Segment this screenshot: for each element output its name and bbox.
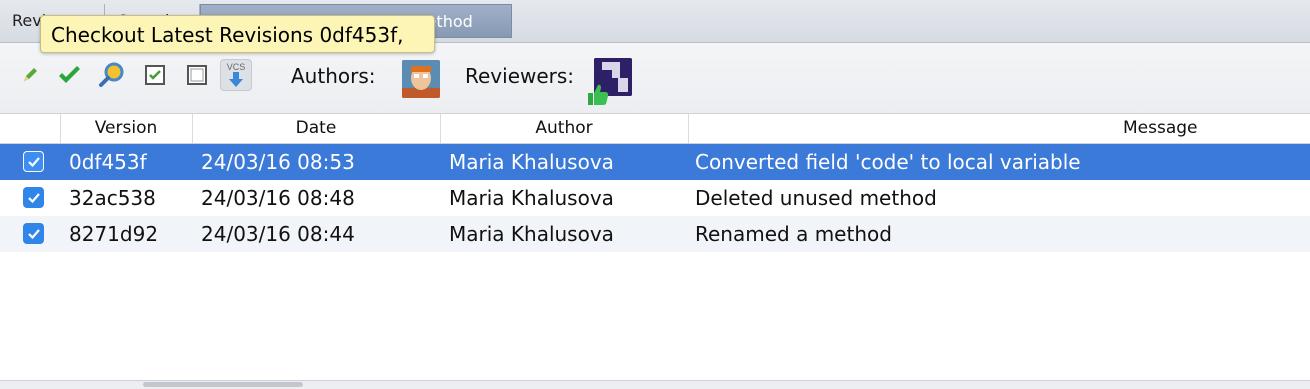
author-cell: Maria Khalusova bbox=[449, 150, 614, 174]
column-header-author[interactable]: Author bbox=[440, 114, 689, 143]
pencil-icon[interactable] bbox=[14, 59, 46, 91]
tooltip: Checkout Latest Revisions 0df453f, bbox=[40, 15, 435, 53]
author-avatar[interactable] bbox=[402, 60, 440, 98]
vcs-checkout-icon: VCS bbox=[227, 62, 246, 87]
date-cell: 24/03/16 08:48 bbox=[201, 186, 355, 210]
column-header-message[interactable]: Message bbox=[688, 114, 1310, 143]
empty-box-icon[interactable] bbox=[181, 59, 213, 91]
table-row[interactable]: 32ac538 24/03/16 08:48 Maria Khalusova D… bbox=[0, 180, 1310, 216]
table-row[interactable]: 0df453f 24/03/16 08:53 Maria Khalusova C… bbox=[0, 144, 1310, 180]
thumbs-up-icon bbox=[584, 81, 610, 107]
author-cell: Maria Khalusova bbox=[449, 186, 614, 210]
revisions-table: Version Date Author Message 0df453f 24/0… bbox=[0, 114, 1310, 252]
reviewers-label: Reviewers: bbox=[465, 64, 575, 88]
version-cell: 0df453f bbox=[69, 150, 147, 174]
table-row[interactable]: 8271d92 24/03/16 08:44 Maria Khalusova R… bbox=[0, 216, 1310, 252]
table-header: Version Date Author Message bbox=[0, 114, 1310, 144]
checkmark-icon[interactable] bbox=[53, 59, 85, 91]
column-header-check[interactable] bbox=[0, 114, 61, 143]
vcs-checkout-button[interactable]: VCS bbox=[220, 59, 252, 91]
checked-box-icon[interactable] bbox=[139, 59, 171, 91]
date-cell: 24/03/16 08:44 bbox=[201, 222, 355, 246]
scrollbar-thumb[interactable] bbox=[143, 382, 303, 387]
column-header-version[interactable]: Version bbox=[60, 114, 193, 143]
authors-label: Authors: bbox=[291, 64, 376, 88]
author-cell: Maria Khalusova bbox=[449, 222, 614, 246]
version-cell: 8271d92 bbox=[69, 222, 159, 246]
message-cell: Converted field 'code' to local variable bbox=[695, 150, 1081, 174]
message-cell: Renamed a method bbox=[695, 222, 892, 246]
version-cell: 32ac538 bbox=[69, 186, 156, 210]
vcs-text: VCS bbox=[227, 62, 246, 72]
row-checkbox[interactable] bbox=[23, 187, 44, 208]
magnifier-icon[interactable] bbox=[96, 59, 128, 91]
row-checkbox[interactable] bbox=[23, 223, 44, 244]
date-cell: 24/03/16 08:53 bbox=[201, 150, 355, 174]
message-cell: Deleted unused method bbox=[695, 186, 937, 210]
row-checkbox[interactable] bbox=[23, 151, 44, 172]
column-header-date[interactable]: Date bbox=[192, 114, 441, 143]
